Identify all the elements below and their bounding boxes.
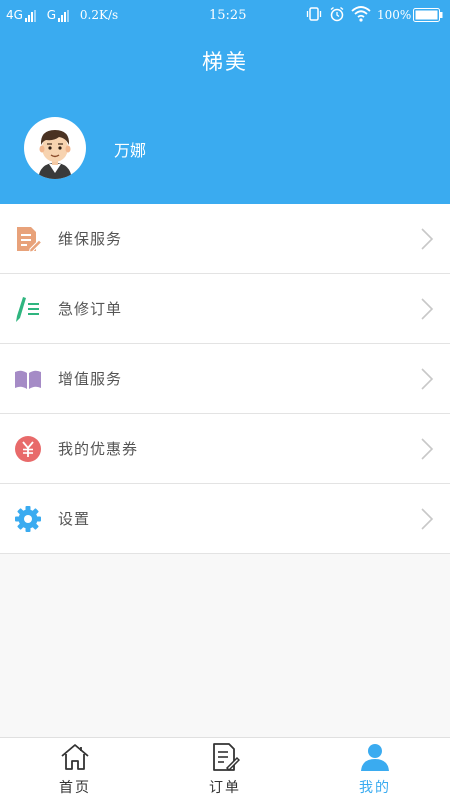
- battery-percent: 100%: [377, 8, 412, 22]
- bottom-tab-bar: 首页 订单 我的: [0, 737, 450, 801]
- wifi-icon: [351, 5, 371, 25]
- chevron-right-icon: [420, 368, 434, 390]
- menu-item-my-coupons[interactable]: 我的优惠券: [0, 414, 450, 484]
- menu-item-settings[interactable]: 设置: [0, 484, 450, 554]
- menu-item-label: 我的优惠券: [58, 440, 139, 458]
- username: 万娜: [114, 141, 147, 160]
- pen-list-icon: [14, 295, 42, 323]
- menu-item-maintenance-service[interactable]: 维保服务: [0, 204, 450, 274]
- menu-item-emergency-repair-orders[interactable]: 急修订单: [0, 274, 450, 344]
- avatar[interactable]: [24, 117, 86, 179]
- clock: 15:25: [209, 8, 247, 23]
- network-speed: 0.2K/s: [79, 8, 119, 22]
- battery-icon: [413, 8, 443, 25]
- tab-label: 我的: [359, 780, 391, 796]
- home-icon: [60, 742, 90, 772]
- signal-strength-icon: [24, 8, 37, 22]
- user-icon: [360, 742, 390, 772]
- chevron-right-icon: [420, 508, 434, 530]
- signal-strength-icon-2: [58, 8, 70, 22]
- menu-list: 维保服务 急修订单 增值服务 我的优惠券 设置: [0, 204, 450, 554]
- tab-mine[interactable]: 我的: [300, 738, 450, 801]
- vibrate-icon: [306, 6, 322, 25]
- tab-orders[interactable]: 订单: [150, 738, 300, 801]
- network-type-label-2: G: [46, 8, 57, 22]
- menu-item-label: 急修订单: [58, 300, 123, 318]
- menu-item-label: 维保服务: [58, 230, 123, 248]
- chevron-right-icon: [420, 298, 434, 320]
- profile-header: 4G G 0.2K/s 15:25 100% 梯美 万娜: [0, 0, 450, 204]
- chevron-right-icon: [420, 438, 434, 460]
- tab-label: 首页: [59, 780, 91, 796]
- tab-home[interactable]: 首页: [0, 738, 150, 801]
- gear-icon: [14, 505, 42, 533]
- chevron-right-icon: [420, 228, 434, 250]
- menu-item-label: 设置: [58, 510, 91, 528]
- network-indicator: 4G G 0.2K/s: [6, 8, 118, 22]
- menu-item-value-added-service[interactable]: 增值服务: [0, 344, 450, 414]
- open-book-icon: [14, 365, 42, 393]
- network-type-label: 4G: [6, 8, 23, 22]
- document-edit-icon: [14, 225, 43, 253]
- page-title: 梯美: [202, 50, 248, 74]
- menu-item-label: 增值服务: [58, 370, 123, 388]
- yuan-coupon-icon: [14, 435, 42, 463]
- alarm-icon: [329, 6, 345, 25]
- status-bar: 4G G 0.2K/s 15:25 100%: [0, 0, 450, 30]
- order-icon: [210, 742, 241, 772]
- tab-label: 订单: [209, 780, 241, 796]
